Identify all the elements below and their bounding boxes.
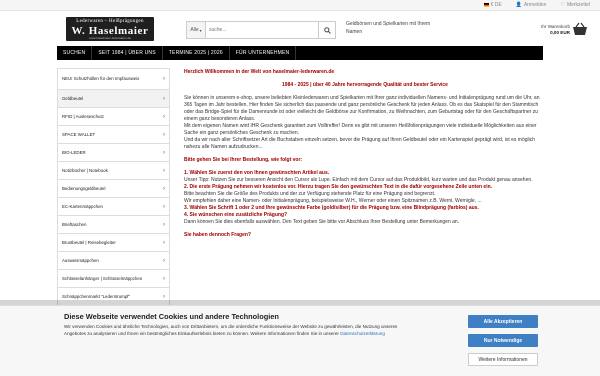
sidebar-item-label: Schlüsselanhänger | Schlüsselmäppchen bbox=[62, 275, 143, 281]
sidebar-item-label: Ausweismäppchen bbox=[62, 257, 99, 263]
chevron-right-icon: › bbox=[163, 221, 165, 228]
more-info-button[interactable]: Weitere Informationen bbox=[468, 353, 538, 366]
tagline: Geldbörsen und Spielkarten mit Ihrem Nam… bbox=[346, 21, 431, 35]
cookie-title: Diese Webseite verwendet Cookies und and… bbox=[64, 312, 279, 321]
step-2-text-2: Wir empfehlen daher eine Namen- oder Ini… bbox=[184, 198, 482, 204]
sidebar-item-billfolds[interactable]: Brieftaschen › bbox=[57, 216, 170, 234]
sidebar-item-waiter-wallets[interactable]: Bedienungsgeldbeutel › bbox=[57, 180, 170, 198]
intro-paragraph-2: Mit dem eigenen Namen wird IHR Geschenk … bbox=[184, 123, 537, 136]
sidebar-item-label: Notizbücher | Notebook bbox=[62, 167, 108, 173]
step-4-text: Dann können Sie dies ebenfalls auswählen… bbox=[184, 219, 460, 225]
currency-label: € DE bbox=[490, 2, 502, 8]
chevron-right-icon: › bbox=[163, 76, 165, 82]
step-3-heading: 3. Wählen Sie Schrift 1 oder 2 und Ihre … bbox=[184, 205, 479, 211]
necessary-only-button[interactable]: Nur Notwendige bbox=[468, 334, 538, 347]
header: Lederwaren – Heißprägungen W. Haselmaier… bbox=[0, 11, 600, 45]
chevron-right-icon: › bbox=[163, 185, 165, 192]
sidebar-item-label: Schnäppchenmarkt "Lederstrumpf" bbox=[62, 293, 131, 299]
logo-line1: Lederwaren – Heißprägungen bbox=[76, 19, 144, 24]
anniversary-heading: 1984 - 2025 | über 40 Jahre hervorragend… bbox=[282, 82, 448, 88]
sidebar-item-id-cases[interactable]: Ausweismäppchen › bbox=[57, 252, 170, 270]
sidebar-item-neck-pouches[interactable]: Brustbeutel | Reisebegleiter › bbox=[57, 234, 170, 252]
currency-selector[interactable]: € DE bbox=[483, 2, 502, 8]
nav-item-dates[interactable]: TERMINE 2025 | 2026 bbox=[163, 46, 230, 60]
heart-icon: ♡ bbox=[560, 2, 565, 8]
sidebar-item-label: Brieftaschen bbox=[62, 221, 87, 227]
sidebar-item-rfid[interactable]: RFID | Ausleseschutz › bbox=[57, 108, 170, 126]
sidebar-item-label: RFID | Ausleseschutz bbox=[62, 113, 104, 119]
step-4-heading: 4. Sie wünschen eine zusätzliche Prägung… bbox=[184, 212, 288, 218]
step-1-heading: 1. Wählen Sie zuerst den von Ihnen gewün… bbox=[184, 170, 330, 176]
sidebar-item-notebooks[interactable]: Notizbücher | Notebook › bbox=[57, 162, 170, 180]
chevron-right-icon: › bbox=[163, 239, 165, 246]
sidebar-item-label: BIO-LEDER bbox=[62, 149, 86, 155]
main-nav: SUCHEN SEIT 1984 | ÜBER UNS TERMINE 2025… bbox=[57, 46, 543, 60]
intro-paragraph-3: Und da wir nach aller Schriftsetzer Art … bbox=[184, 137, 536, 150]
sidebar-item-vaccination-covers[interactable]: NEU! Schutzhüllen für den Impfausweis › bbox=[57, 68, 170, 90]
sidebar-item-bio-leather[interactable]: BIO-LEDER › bbox=[57, 144, 170, 162]
sidebar-item-label: Geldbeutel bbox=[62, 95, 84, 101]
chevron-right-icon: › bbox=[163, 167, 165, 174]
step-2-heading: 2. Die erste Prägung nehmen wir kostenlo… bbox=[184, 184, 493, 190]
main-content: Herzlich Willkommen in der Welt von hase… bbox=[184, 69, 546, 239]
steps-heading: Bitte gehen Sie bei Ihrer Bestellung, wi… bbox=[184, 157, 303, 163]
chevron-right-icon: › bbox=[163, 149, 165, 156]
sidebar-item-label: Bedienungsgeldbeutel bbox=[62, 185, 106, 191]
cookie-banner: Diese Webseite verwendet Cookies und and… bbox=[0, 305, 600, 376]
login-label: Anmelden bbox=[523, 2, 547, 8]
welcome-heading: Herzlich Willkommen in der Welt von hase… bbox=[184, 69, 335, 75]
nav-item-about[interactable]: SEIT 1984 | ÜBER UNS bbox=[92, 46, 163, 60]
accept-all-button[interactable]: Alle Akzeptieren bbox=[468, 315, 538, 328]
top-links: € DE 👤 Anmelden ♡ Merkzettel bbox=[483, 2, 590, 8]
step-2-text: Bitte beachten Sie die Größe des Produkt… bbox=[184, 191, 436, 197]
nav-item-business[interactable]: FÜR UNTERNEHMEN bbox=[230, 46, 297, 60]
cart-total: 0,00 EUR bbox=[550, 30, 570, 35]
site-logo[interactable]: Lederwaren – Heißprägungen W. Haselmaier… bbox=[66, 17, 154, 41]
search-bar: Alle ▾ bbox=[186, 21, 336, 39]
wishlist-label: Merkzettel bbox=[566, 2, 590, 8]
chevron-right-icon: › bbox=[163, 257, 165, 264]
user-icon: 👤 bbox=[515, 2, 522, 8]
chevron-right-icon: › bbox=[163, 203, 165, 210]
step-1-text: Unser Tipp: Nutzen Sie zur besseren Ansi… bbox=[184, 177, 533, 183]
login-link[interactable]: 👤 Anmelden bbox=[516, 2, 547, 8]
search-input[interactable] bbox=[206, 22, 318, 38]
chevron-right-icon: › bbox=[163, 95, 165, 102]
nav-item-search[interactable]: SUCHEN bbox=[57, 46, 93, 60]
sidebar-item-label: Brustbeutel | Reisebegleiter bbox=[62, 239, 116, 245]
wishlist-link[interactable]: ♡ Merkzettel bbox=[560, 2, 590, 8]
top-bar: € DE 👤 Anmelden ♡ Merkzettel bbox=[0, 0, 600, 11]
sidebar-item-label: NEU! Schutzhüllen für den Impfausweis bbox=[62, 76, 140, 82]
sidebar-item-label: EC-Kartenmäppchen bbox=[62, 203, 104, 209]
chevron-right-icon: › bbox=[163, 275, 165, 282]
chevron-right-icon: › bbox=[163, 293, 165, 300]
sidebar-item-keychains[interactable]: Schlüsselanhänger | Schlüsselmäppchen › bbox=[57, 270, 170, 288]
sidebar-item-card-cases[interactable]: EC-Kartenmäppchen › bbox=[57, 198, 170, 216]
shopping-basket-icon[interactable] bbox=[572, 22, 588, 36]
search-icon bbox=[323, 26, 331, 34]
flag-icon bbox=[483, 3, 489, 7]
cookie-text: Wir verwenden Cookies und ähnliche Techn… bbox=[64, 324, 400, 337]
questions-heading: Sie haben dennoch Fragen? bbox=[184, 232, 251, 238]
chevron-right-icon: › bbox=[163, 131, 165, 138]
sidebar-item-space-wallet[interactable]: SPACE WALLET › bbox=[57, 126, 170, 144]
logo-line3: www.haselmaier-lederwaren.de bbox=[89, 36, 131, 40]
category-sidebar: NEU! Schutzhüllen für den Impfausweis › G… bbox=[57, 68, 170, 306]
chevron-down-icon: ▾ bbox=[199, 27, 202, 33]
search-category-select[interactable]: Alle ▾ bbox=[187, 22, 206, 38]
search-category-label: Alle bbox=[190, 27, 199, 33]
intro-paragraph: Sie können in unserem e-shop, unsere bel… bbox=[184, 95, 540, 122]
sidebar-item-wallets[interactable]: Geldbeutel › bbox=[57, 90, 170, 108]
search-button[interactable] bbox=[318, 22, 335, 38]
cart-summary[interactable]: Ihr Warenkorb 0,00 EUR bbox=[541, 24, 570, 36]
sidebar-item-label: SPACE WALLET bbox=[62, 131, 96, 137]
chevron-right-icon: › bbox=[163, 113, 165, 120]
privacy-policy-link[interactable]: Datenschutzerklärung bbox=[340, 331, 385, 336]
